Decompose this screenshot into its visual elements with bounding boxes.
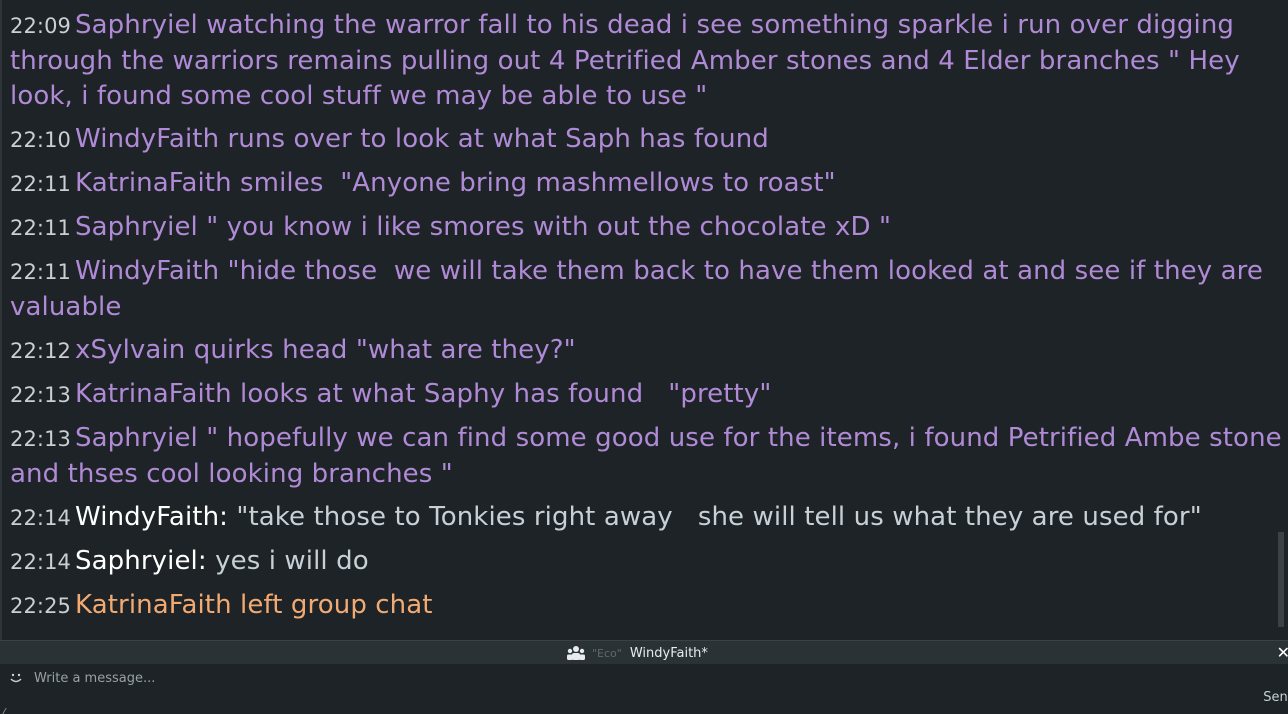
- chat-message: 22:10 WindyFaith runs over to look at wha…: [10, 122, 1284, 158]
- channel-tab[interactable]: "Eco" WindyFaith*: [566, 644, 708, 662]
- channel-bar: "Eco" WindyFaith* ✕: [0, 640, 1288, 665]
- message-speaker[interactable]: WindyFaith:: [75, 502, 228, 532]
- message-text: KatrinaFaith smiles "Anyone bring mashme…: [75, 168, 836, 198]
- channel-name: WindyFaith*: [629, 645, 708, 661]
- message-text: Saphryiel " hopefully we can find some g…: [10, 423, 1282, 489]
- chat-message: 22:13 Saphryiel " hopefully we can find s…: [10, 421, 1284, 492]
- message-text: WindyFaith "hide those we will take them…: [10, 256, 1272, 322]
- message-timestamp: 22:25: [10, 594, 72, 618]
- system-message: 22:25 KatrinaFaith left group chat: [10, 588, 1284, 624]
- emoji-icon[interactable]: [9, 672, 23, 684]
- chat-message: 22:14 Saphryiel: yes i will do: [10, 544, 1284, 580]
- message-timestamp: 22:13: [10, 383, 72, 407]
- message-text: yes i will do: [215, 546, 369, 576]
- message-text: Saphryiel watching the warror fall to hi…: [10, 10, 1249, 111]
- message-timestamp: 22:14: [10, 506, 72, 530]
- message-text: xSylvain quirks head "what are they?": [75, 335, 576, 365]
- scrollbar-thumb[interactable]: [1278, 532, 1284, 627]
- message-text: KatrinaFaith left group chat: [75, 590, 433, 620]
- message-text: "take those to Tonkies right away she wi…: [236, 502, 1202, 532]
- message-timestamp: 22:14: [10, 550, 72, 574]
- message-timestamp: 22:10: [10, 128, 72, 152]
- resize-handle[interactable]: [2, 708, 13, 714]
- chat-message: 22:14 WindyFaith: "take those to Tonkies …: [10, 500, 1284, 536]
- message-timestamp: 22:09: [10, 14, 72, 38]
- chat-message: 22:09 Saphryiel watching the warror fall …: [10, 8, 1284, 114]
- message-timestamp: 22:11: [10, 260, 72, 284]
- close-icon[interactable]: ✕: [1277, 643, 1288, 662]
- send-button[interactable]: Send: [1263, 690, 1288, 705]
- message-input[interactable]: [34, 668, 1134, 688]
- chat-message: 22:11 KatrinaFaith smiles "Anyone bring m…: [10, 166, 1284, 202]
- message-text: Saphryiel " you know i like smores with …: [75, 212, 892, 242]
- chat-log[interactable]: broken pile of lamber22:09Saphryiel watc…: [0, 0, 1284, 640]
- channel-prefix: "Eco": [592, 646, 622, 660]
- chat-message-list: broken pile of lamber22:09Saphryiel watc…: [10, 0, 1284, 632]
- message-composer: Send: [0, 664, 1288, 714]
- message-timestamp: 22:12: [10, 339, 72, 363]
- chat-message: 22:12 xSylvain quirks head "what are they…: [10, 333, 1284, 369]
- message-timestamp: 22:11: [10, 172, 72, 196]
- message-timestamp: 22:13: [10, 427, 72, 451]
- message-text: KatrinaFaith looks at what Saphy has fou…: [75, 379, 772, 409]
- message-timestamp: 22:11: [10, 216, 72, 240]
- chat-message: 22:11 WindyFaith "hide those we will take…: [10, 254, 1284, 325]
- chat-message: 22:11 Saphryiel " you know i like smores …: [10, 210, 1284, 246]
- group-icon: [567, 646, 585, 660]
- message-text: WindyFaith runs over to look at what Sap…: [75, 124, 769, 154]
- chat-message: 22:13 KatrinaFaith looks at what Saphy ha…: [10, 377, 1284, 413]
- chat-window: broken pile of lamber22:09Saphryiel watc…: [0, 0, 1288, 714]
- message-speaker[interactable]: Saphryiel:: [75, 546, 207, 576]
